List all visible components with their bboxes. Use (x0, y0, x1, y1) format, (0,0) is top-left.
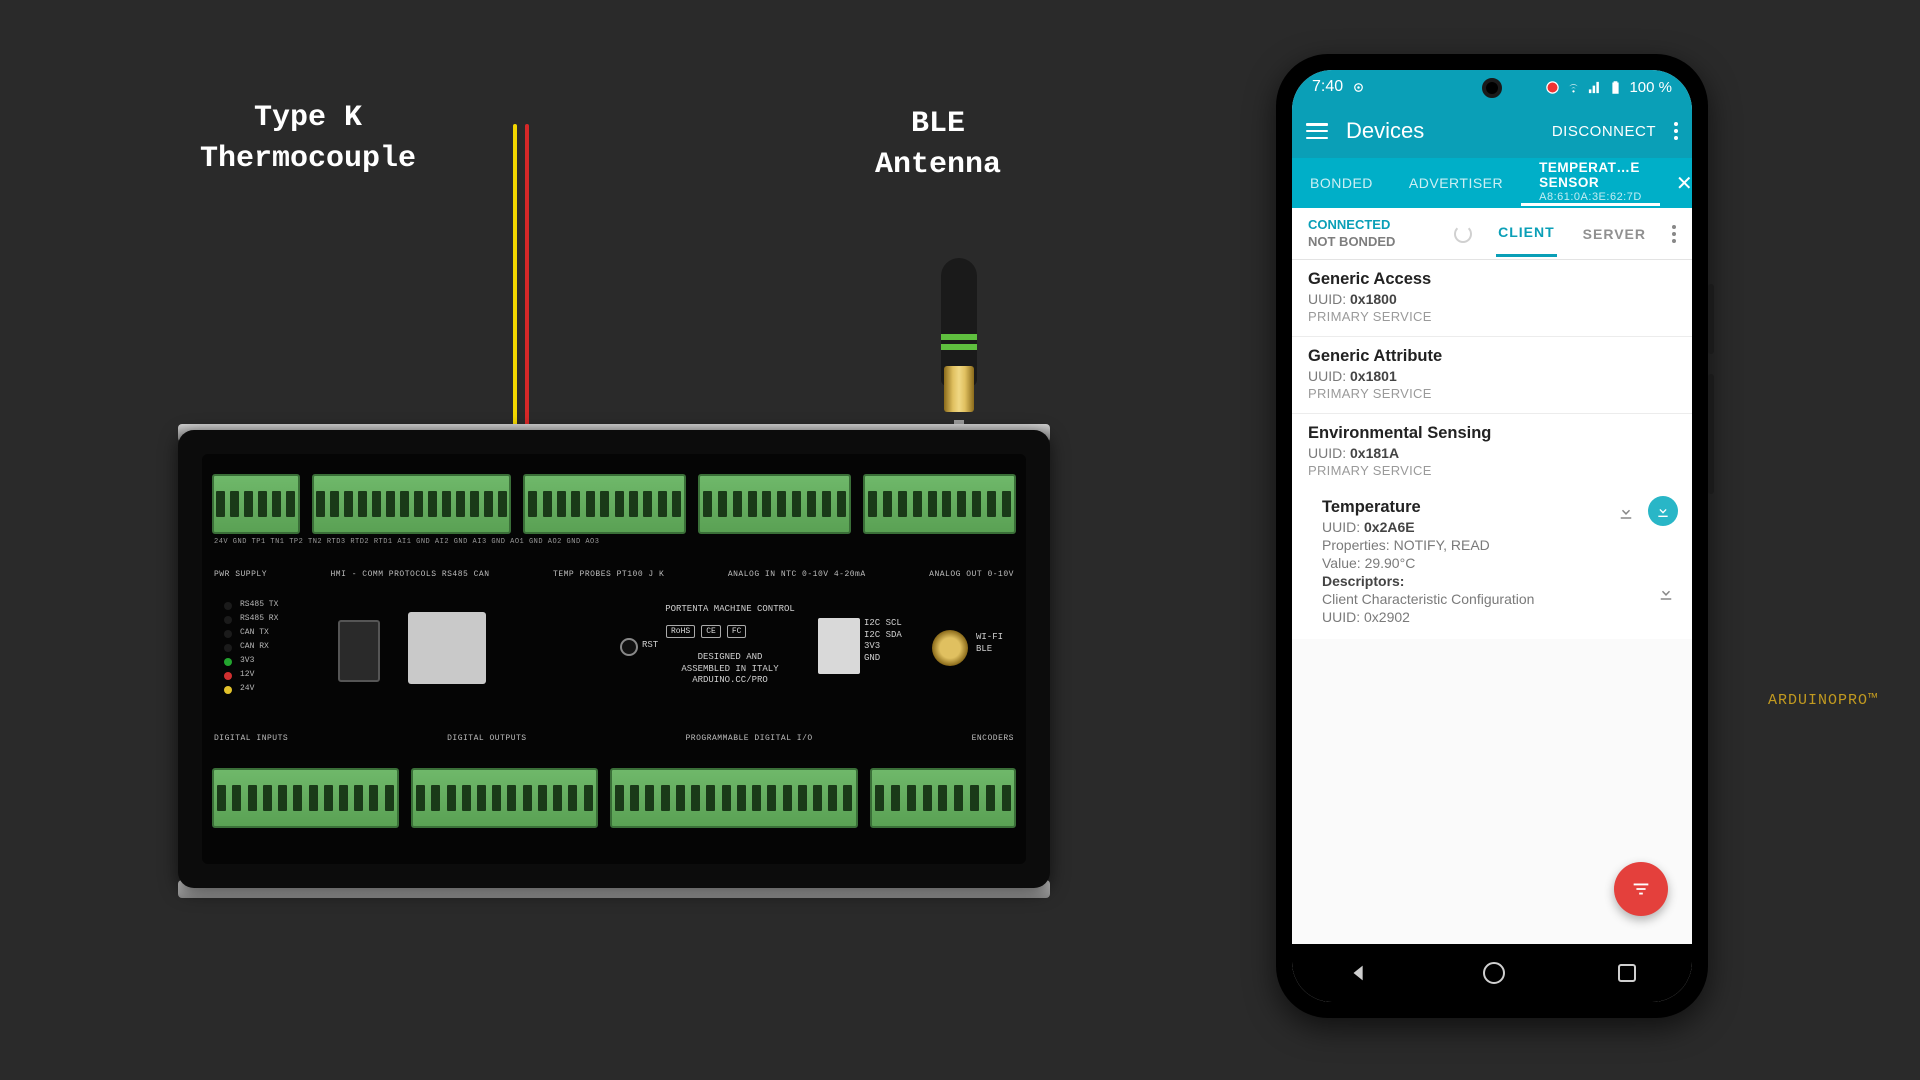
subtab-client[interactable]: CLIENT (1496, 210, 1557, 257)
filter-list-icon (1630, 878, 1652, 900)
loading-spinner-icon (1454, 225, 1472, 243)
service-generic-access[interactable]: Generic Access UUID: 0x1800 PRIMARY SERV… (1292, 260, 1692, 337)
service-list: Generic Access UUID: 0x1800 PRIMARY SERV… (1292, 260, 1692, 639)
phone-side-button (1708, 374, 1714, 494)
overflow-menu-icon[interactable] (1672, 225, 1676, 243)
reset-button (620, 638, 638, 656)
status-led (224, 672, 232, 680)
subtab-server[interactable]: SERVER (1581, 212, 1648, 256)
download-icon[interactable] (1656, 582, 1676, 602)
status-led-label: RS485 RX (240, 614, 278, 623)
status-led-label: 12V (240, 670, 254, 679)
characteristic-temperature[interactable]: Temperature UUID: 0x2A6E Properties: NOT… (1292, 490, 1692, 639)
close-tab-icon[interactable]: ✕ (1660, 171, 1692, 196)
board-model: PORTENTA MACHINE CONTROL (640, 604, 820, 616)
compliance-badges: RoHS CE FC (666, 625, 746, 638)
antenna-label: BLE Antenna (875, 104, 1001, 185)
app-bar: Devices DISCONNECT BONDED ADVERTISER TEM… (1292, 104, 1692, 208)
android-nav-bar (1292, 944, 1692, 1002)
target-icon (1351, 80, 1366, 95)
arduino-pro-brand: ARDUINOPRO™ (1768, 692, 1878, 709)
tab-device[interactable]: TEMPERAT…E SENSOR A8:61:0A:3E:62:7D (1521, 160, 1660, 206)
reset-label: RST (642, 640, 658, 652)
terminal-row-top (212, 474, 1016, 534)
antenna-sma-connector (944, 366, 974, 412)
status-led (224, 602, 232, 610)
status-time: 7:40 (1312, 78, 1343, 96)
fab-button[interactable] (1614, 862, 1668, 916)
device-tabs: BONDED ADVERTISER TEMPERAT…E SENSOR A8:6… (1292, 158, 1692, 208)
terminal-row-bottom (212, 768, 1016, 828)
ethernet-port (408, 612, 486, 684)
service-generic-attribute[interactable]: Generic Attribute UUID: 0x1801 PRIMARY S… (1292, 337, 1692, 414)
phone-side-button (1708, 284, 1714, 354)
download-icon[interactable] (1616, 501, 1636, 521)
phone-mockup: 7:40 100 % Devices DISCONNECT (1276, 54, 1708, 1018)
temperature-value: 29.90°C (1365, 555, 1416, 571)
connection-state: CONNECTED (1308, 217, 1395, 234)
battery-text: 100 % (1629, 79, 1672, 96)
wifi-ble-sma (932, 630, 968, 666)
notify-toggle-icon[interactable] (1648, 496, 1678, 526)
nav-home-icon[interactable] (1483, 962, 1505, 984)
record-icon (1545, 80, 1560, 95)
phone-camera (1482, 78, 1502, 98)
sma-side-labels: WI-FI BLE (976, 632, 1003, 655)
status-led (224, 686, 232, 694)
design-note: DESIGNED AND ASSEMBLED IN ITALY ARDUINO.… (650, 652, 810, 687)
wifi-icon (1566, 80, 1581, 95)
usb-port (338, 620, 380, 682)
status-led-label: 24V (240, 684, 254, 693)
top-section-labels: PWR SUPPLY HMI - COMM PROTOCOLS RS485 CA… (214, 570, 1014, 584)
signal-icon (1587, 80, 1602, 95)
hamburger-icon[interactable] (1306, 123, 1328, 139)
portenta-machine-control-board: PWR SUPPLY HMI - COMM PROTOCOLS RS485 CA… (178, 430, 1050, 888)
status-led (224, 616, 232, 624)
status-led-label: CAN RX (240, 642, 269, 651)
bond-state: NOT BONDED (1308, 234, 1395, 251)
tab-advertiser[interactable]: ADVERTISER (1391, 175, 1521, 191)
status-led (224, 644, 232, 652)
bottom-section-labels: DIGITAL INPUTS DIGITAL OUTPUTS PROGRAMMA… (214, 734, 1014, 748)
tab-bonded[interactable]: BONDED (1292, 175, 1391, 191)
overflow-menu-icon[interactable] (1674, 122, 1678, 140)
status-led-label: CAN TX (240, 628, 269, 637)
nav-recents-icon[interactable] (1618, 964, 1636, 982)
disconnect-button[interactable]: DISCONNECT (1552, 123, 1656, 140)
connection-row: CONNECTED NOT BONDED CLIENT SERVER (1292, 208, 1692, 260)
ic-side-labels: I2C SCL I2C SDA 3V3 GND (864, 618, 902, 665)
service-environmental-sensing[interactable]: Environmental Sensing UUID: 0x181A PRIMA… (1292, 414, 1692, 490)
nav-back-icon[interactable] (1348, 962, 1370, 984)
status-led-label: 3V3 (240, 656, 254, 665)
status-led (224, 630, 232, 638)
ic-chip (818, 618, 860, 674)
status-led-label: RS485 TX (240, 600, 278, 609)
battery-icon (1608, 80, 1623, 95)
thermocouple-label: Type K Thermocouple (200, 98, 416, 179)
top-pin-labels: 24V GND TP1 TN1 TP2 TN2 RTD3 RTD2 RTD1 A… (214, 538, 1014, 552)
app-title: Devices (1346, 118, 1534, 144)
status-led (224, 658, 232, 666)
